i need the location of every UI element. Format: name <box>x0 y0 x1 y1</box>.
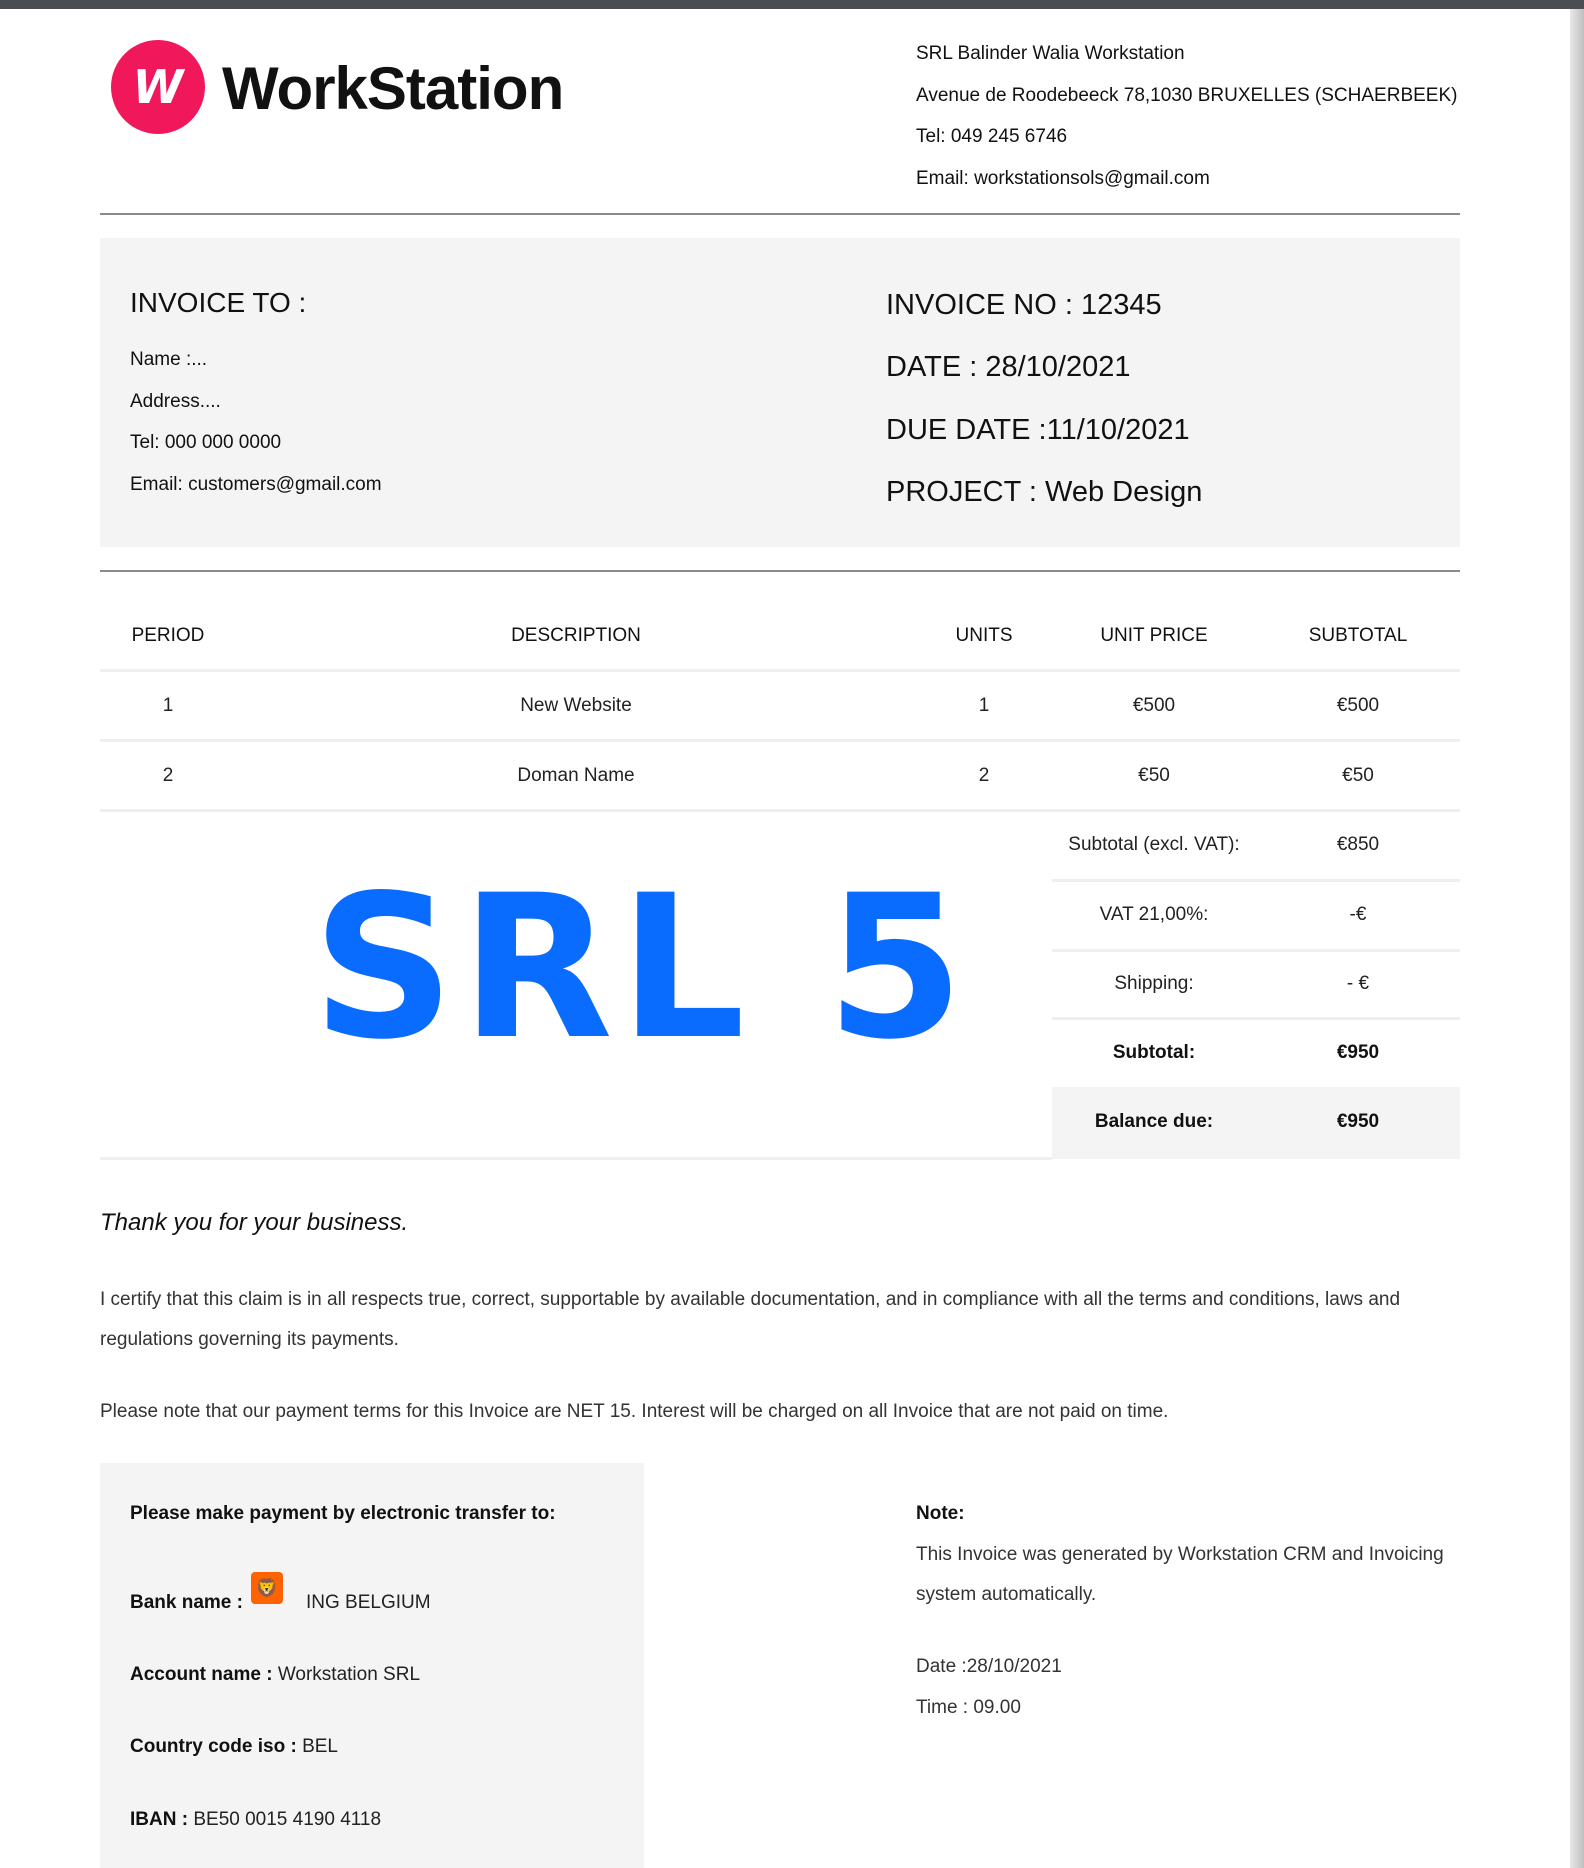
table-cell-period: 1 <box>162 695 174 716</box>
subtotal-excl-vat-label: Subtotal (excl. VAT): <box>1068 834 1240 855</box>
country-code-value: BEL <box>302 1736 338 1757</box>
row-divider <box>1052 1017 1460 1020</box>
customer-address: Address.... <box>130 391 221 412</box>
bank-name-label: Bank name : <box>130 1592 243 1613</box>
logo-mark: W <box>132 60 184 114</box>
col-header-period: PERIOD <box>131 625 205 646</box>
logo-name: WorkStation <box>222 55 564 122</box>
customer-tel: Tel: 000 000 0000 <box>130 432 282 453</box>
note-line-1: This Invoice was generated by Workstatio… <box>916 1544 1444 1565</box>
table-cell-period: 2 <box>162 765 174 786</box>
customer-name: Name :... <box>130 349 208 370</box>
note-time: Time : 09.00 <box>916 1697 1021 1718</box>
invoice-number: INVOICE NO : 12345 <box>886 289 1162 321</box>
iban-value: BE50 0015 4190 4118 <box>193 1809 382 1830</box>
invoice-to-title: INVOICE TO : <box>130 287 307 318</box>
col-header-description: DESCRIPTION <box>511 625 641 646</box>
account-name-value: Workstation SRL <box>277 1664 421 1685</box>
balance-due-label: Balance due: <box>1094 1111 1214 1132</box>
certification-text: I certify that this claim is in all resp… <box>100 1289 1401 1350</box>
header-divider <box>100 213 1460 215</box>
row-divider <box>100 809 1460 812</box>
vat-label: VAT 21,00%: <box>1099 904 1209 925</box>
srl-watermark: SRL 5 <box>312 852 970 1083</box>
table-cell-units: 1 <box>978 695 990 716</box>
country-code-row: Country code iso : BEL <box>130 1736 338 1758</box>
table-top-divider <box>100 570 1460 572</box>
thank-you-note: Thank you for your business. <box>100 1209 409 1236</box>
note-line-2: system automatically. <box>916 1584 1097 1605</box>
row-divider <box>100 1157 1052 1160</box>
invoice-project: PROJECT : Web Design <box>886 476 1203 508</box>
workstation-logo-icon: W <box>111 40 205 134</box>
balance-due-value: €950 <box>1336 1111 1380 1132</box>
table-cell-unit-price: €50 <box>1138 765 1170 786</box>
note-date: Date :28/10/2021 <box>916 1656 1062 1677</box>
col-header-subtotal: SUBTOTAL <box>1308 625 1408 646</box>
table-cell-subtotal: €500 <box>1336 695 1380 716</box>
country-code-label: Country code iso : <box>130 1736 297 1757</box>
invoice-page: W WorkStation SRL Balinder Walia Worksta… <box>0 9 1570 1868</box>
row-divider <box>1052 879 1460 882</box>
table-cell-subtotal: €50 <box>1342 765 1374 786</box>
bank-name-row: Bank name : <box>130 1592 243 1614</box>
note-title: Note: <box>916 1503 965 1524</box>
ing-lion-icon: 🦁 <box>251 1572 283 1604</box>
company-address: Avenue de Roodebeeck 78,1030 BRUXELLES (… <box>916 85 1458 106</box>
payment-terms-text: Please note that our payment terms for t… <box>100 1401 1169 1422</box>
row-divider <box>100 669 1460 672</box>
company-tel: Tel: 049 245 6746 <box>916 126 1068 147</box>
shipping-value: - € <box>1346 973 1370 994</box>
customer-email: Email: customers@gmail.com <box>130 474 382 495</box>
invoice-date: DATE : 28/10/2021 <box>886 351 1131 383</box>
table-cell-description: Doman Name <box>517 765 635 786</box>
viewer-edge <box>1570 9 1584 1868</box>
account-name-label: Account name : <box>130 1664 273 1685</box>
company-email: Email: workstationsols@gmail.com <box>916 168 1210 189</box>
bank-name-value: ING BELGIUM <box>306 1592 431 1613</box>
col-header-unit-price: UNIT PRICE <box>1100 625 1208 646</box>
account-name-row: Account name : Workstation SRL <box>130 1664 420 1686</box>
table-cell-description: New Website <box>520 695 632 716</box>
vat-value: -€ <box>1349 904 1367 925</box>
table-cell-units: 2 <box>978 765 990 786</box>
invoice-due-date: DUE DATE :11/10/2021 <box>886 414 1190 446</box>
subtotal-value: €950 <box>1336 1042 1380 1063</box>
payment-heading: Please make payment by electronic transf… <box>130 1503 556 1524</box>
shipping-label: Shipping: <box>1114 973 1194 994</box>
table-cell-unit-price: €500 <box>1132 695 1176 716</box>
iban-row: IBAN : BE50 0015 4190 4118 <box>130 1809 381 1831</box>
iban-label: IBAN : <box>130 1809 189 1830</box>
row-divider <box>1052 949 1460 952</box>
col-header-units: UNITS <box>955 625 1013 646</box>
invoice-info-box <box>100 238 1460 547</box>
subtotal-label: Subtotal: <box>1112 1042 1196 1063</box>
subtotal-excl-vat-value: €850 <box>1336 834 1380 855</box>
row-divider <box>100 739 1460 742</box>
company-name: SRL Balinder Walia Workstation <box>916 43 1185 64</box>
